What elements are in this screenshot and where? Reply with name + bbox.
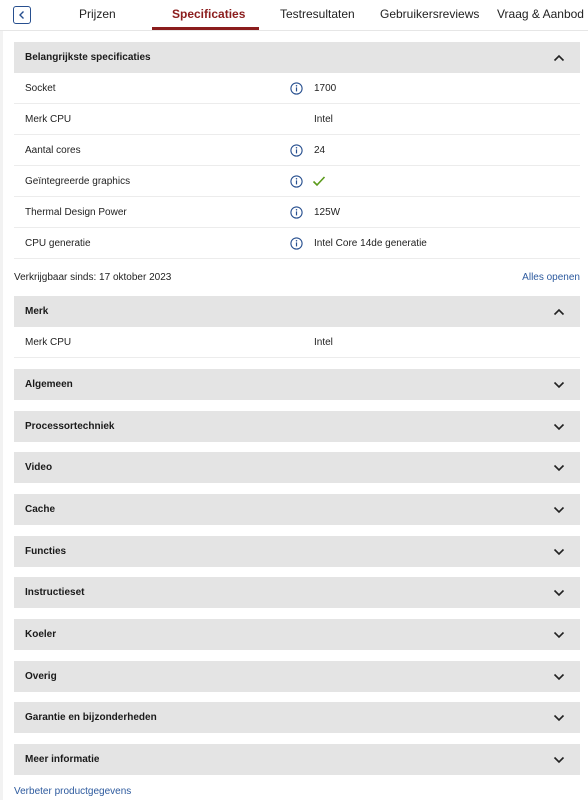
section-title: Koeler	[25, 629, 57, 640]
chevron-down-icon	[553, 381, 565, 389]
spec-row-integrated-graphics: Geïntegreerde graphics	[14, 166, 580, 197]
tab-bar: Prijzen Specificaties Testresultaten Geb…	[0, 0, 588, 31]
spec-label: Merk CPU	[25, 114, 72, 125]
section-header-garantie[interactable]: Garantie en bijzonderheden	[14, 702, 580, 733]
tab-testresultaten[interactable]: Testresultaten	[280, 0, 355, 31]
spec-value: Intel	[314, 114, 333, 125]
section-header-video[interactable]: Video	[14, 452, 580, 483]
tab-vraag-aanbod[interactable]: Vraag & Aanbod	[497, 0, 584, 31]
spec-value: Intel	[314, 337, 333, 348]
section-header-processortechniek[interactable]: Processortechniek	[14, 411, 580, 442]
spec-value: 1700	[314, 83, 337, 94]
section-header-meer-informatie[interactable]: Meer informatie	[14, 744, 580, 775]
active-tab-indicator	[152, 27, 259, 30]
section-header-merk[interactable]: Merk	[14, 296, 580, 327]
spec-label: Merk CPU	[25, 337, 72, 348]
spec-label: CPU generatie	[25, 238, 91, 249]
chevron-left-icon	[19, 11, 24, 19]
section-title: Instructieset	[25, 587, 85, 598]
spec-value: 24	[314, 145, 326, 156]
chevron-down-icon	[553, 423, 565, 431]
section-title: Algemeen	[25, 379, 73, 390]
info-icon[interactable]	[290, 144, 303, 157]
left-edge	[0, 0, 3, 800]
back-button[interactable]	[13, 6, 31, 24]
info-icon[interactable]	[290, 237, 303, 250]
section-header-key-specs[interactable]: Belangrijkste specificaties	[14, 42, 580, 73]
improve-product-data-link[interactable]: Verbeter productgegevens	[14, 784, 131, 800]
spec-row-merk-cpu: Merk CPU Intel	[14, 104, 580, 135]
info-icon[interactable]	[290, 175, 303, 188]
chevron-down-icon	[553, 714, 565, 722]
section-header-koeler[interactable]: Koeler	[14, 619, 580, 650]
checkmark-icon	[312, 176, 326, 187]
section-header-cache[interactable]: Cache	[14, 494, 580, 525]
spec-label: Socket	[25, 83, 56, 94]
info-icon[interactable]	[290, 82, 303, 95]
chevron-down-icon	[553, 631, 565, 639]
spec-row-aantal-cores: Aantal cores 24	[14, 135, 580, 166]
availability-text: Verkrijgbaar sinds: 17 oktober 2023	[14, 272, 172, 283]
chevron-up-icon	[553, 308, 565, 316]
spec-value: 125W	[314, 207, 341, 218]
section-title: Overig	[25, 671, 57, 682]
section-title: Functies	[25, 546, 67, 557]
tab-prijzen[interactable]: Prijzen	[79, 0, 116, 31]
chevron-down-icon	[553, 548, 565, 556]
section-title: Processortechniek	[25, 421, 115, 432]
spec-value: Intel Core 14de generatie	[314, 238, 427, 249]
section-title: Video	[25, 462, 53, 473]
chevron-down-icon	[553, 673, 565, 681]
section-title: Meer informatie	[25, 754, 100, 765]
open-all-link[interactable]: Alles openen	[522, 270, 580, 286]
section-title: Cache	[25, 504, 56, 515]
chevron-down-icon	[553, 464, 565, 472]
section-header-algemeen[interactable]: Algemeen	[14, 369, 580, 400]
chevron-down-icon	[553, 756, 565, 764]
info-icon[interactable]	[290, 206, 303, 219]
section-header-overig[interactable]: Overig	[14, 661, 580, 692]
chevron-down-icon	[553, 589, 565, 597]
spec-label: Thermal Design Power	[25, 207, 127, 218]
spec-row-cpu-generatie: CPU generatie Intel Core 14de generatie	[14, 228, 580, 259]
chevron-down-icon	[553, 506, 565, 514]
spec-row-socket: Socket 1700	[14, 73, 580, 104]
spec-label: Aantal cores	[25, 145, 81, 156]
spec-row-merk-cpu-brand: Merk CPU Intel	[14, 327, 580, 358]
section-title: Garantie en bijzonderheden	[25, 712, 157, 723]
chevron-up-icon	[553, 54, 565, 62]
spec-label: Geïntegreerde graphics	[25, 176, 131, 187]
section-title: Merk	[25, 306, 49, 317]
spec-row-tdp: Thermal Design Power 125W	[14, 197, 580, 228]
section-header-instructieset[interactable]: Instructieset	[14, 577, 580, 608]
section-header-functies[interactable]: Functies	[14, 536, 580, 567]
section-title: Belangrijkste specificaties	[25, 52, 151, 63]
tab-gebruikersreviews[interactable]: Gebruikersreviews	[380, 0, 479, 31]
